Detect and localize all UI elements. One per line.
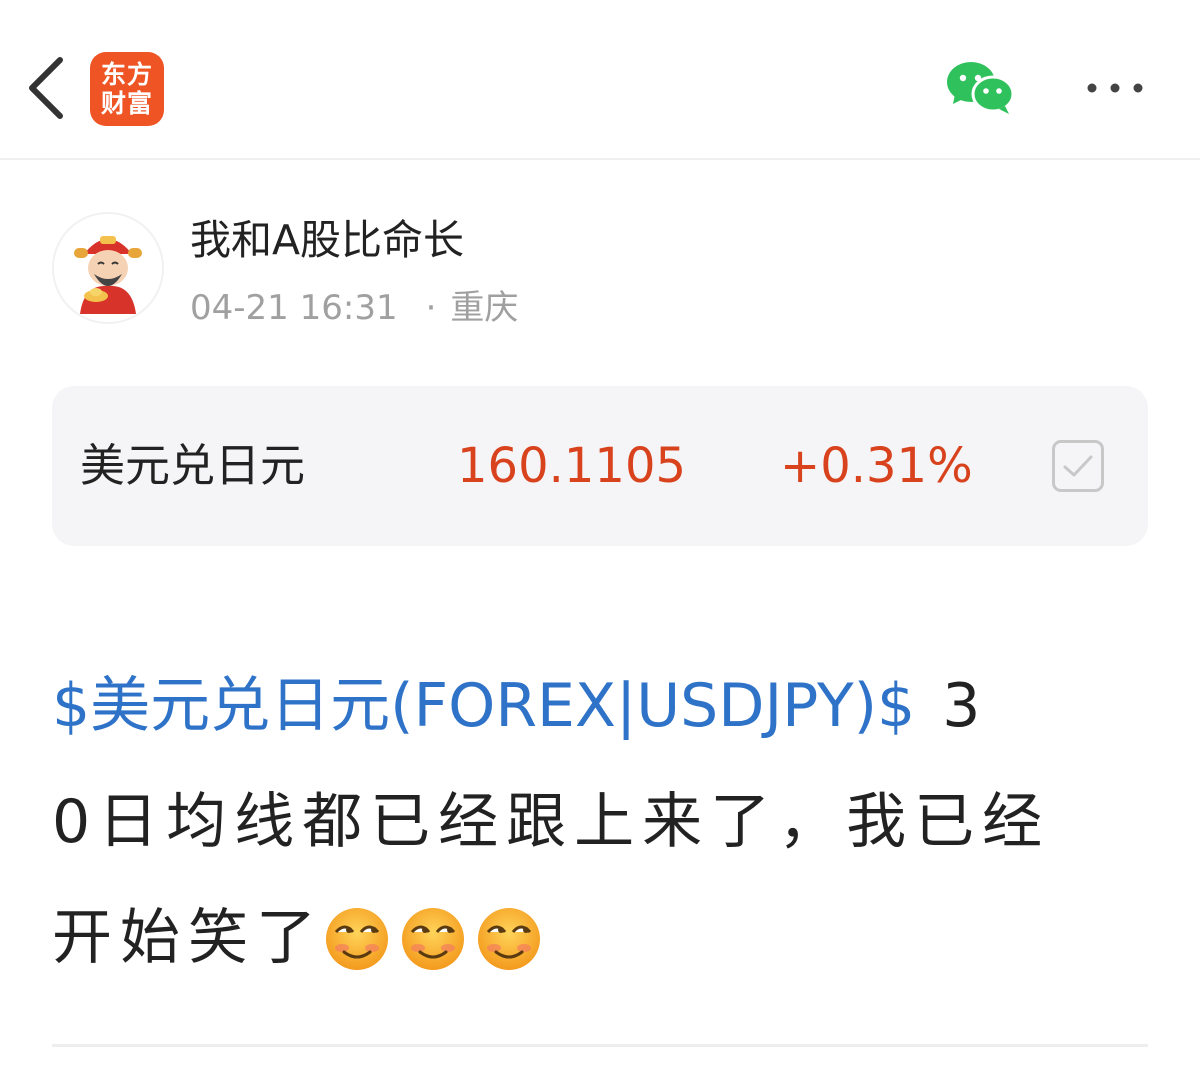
smirk-emoji-icon [478, 907, 540, 970]
post-line-1-text: 3 [915, 671, 989, 741]
quote-name: 美元兑日元 [80, 439, 306, 492]
post-body: $美元兑日元(FOREX|USDJPY)$ 3 0日均线都已经跟上来了，我已经 … [52, 648, 1152, 996]
back-button[interactable] [22, 52, 72, 124]
logo-line1: 东方 [100, 60, 153, 89]
emoji-group [324, 877, 552, 993]
divider [52, 1044, 1148, 1047]
more-horizontal-icon [1087, 83, 1143, 93]
post-timestamp: 04-21 16:31 [190, 288, 398, 328]
chevron-left-icon [29, 57, 63, 119]
stock-link[interactable]: $美元兑日元(FOREX|USDJPY)$ [52, 671, 915, 741]
wechat-icon [947, 62, 1015, 114]
smirk-emoji-icon [402, 907, 464, 970]
watchlist-checkbox[interactable] [1052, 440, 1104, 492]
app-logo: 东方 财富 [90, 52, 164, 126]
author-name[interactable]: 我和A股比命长 [190, 212, 464, 268]
checkbox-checked-icon [1063, 455, 1093, 477]
post-location: 重庆 [450, 288, 519, 328]
post-line-1: $美元兑日元(FOREX|USDJPY)$ 3 [52, 648, 1152, 764]
quote-card[interactable]: 美元兑日元 160.1105 +0.31% [52, 386, 1148, 546]
quote-price: 160.1105 [457, 438, 687, 494]
meta-separator: · [425, 288, 437, 328]
post-line-2: 0日均线都已经跟上来了，我已经 [52, 787, 1051, 857]
author-avatar[interactable] [52, 212, 164, 324]
wechat-share-button[interactable] [945, 60, 1017, 116]
smirk-emoji-icon [326, 907, 388, 970]
quote-change: +0.31% [780, 438, 973, 494]
top-bar: 东方 财富 [0, 0, 1200, 160]
more-button[interactable] [1080, 70, 1150, 106]
post-line-3-text: 开始笑了 [52, 903, 324, 973]
post-meta: 04-21 16:31 · 重庆 [190, 284, 518, 332]
post-line-3: 开始笑了 [52, 880, 1152, 996]
logo-line2: 财富 [100, 89, 153, 118]
caishen-avatar [54, 214, 162, 322]
